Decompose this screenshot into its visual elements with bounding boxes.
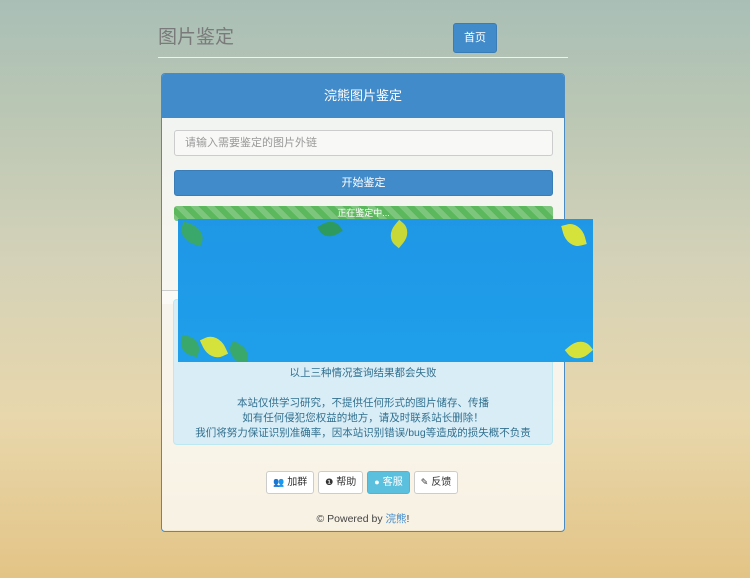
help-button[interactable]: ❶ 帮助 [318,471,364,494]
leaf-decoration [199,331,229,362]
footer: © Powered by 浣熊! [162,511,564,526]
footer-suffix: ! [406,513,410,525]
popup-overlay[interactable] [178,219,593,362]
leaf-decoration [178,221,207,247]
disclaimer-line: 如有任何侵犯您权益的地方，请及时联系站长删除！ [242,412,484,424]
start-button[interactable]: 开始鉴定 [174,170,553,196]
leaf-decoration [564,336,593,362]
button-label: 加群 [287,477,308,488]
header: 图片鉴定 首页 [158,20,568,58]
feedback-button[interactable]: ✎ 反馈 [413,471,459,494]
leaf-decoration [561,220,587,250]
info-line: 以上三种情况查询结果都会失败 [289,367,437,379]
pencil-icon: ✎ [420,477,429,487]
leaf-decoration [317,219,343,241]
help-icon: ❶ [325,477,334,487]
leaf-decoration [385,219,413,249]
disclaimer-line: 本站仅供学习研究，不提供任何形式的图片储存、传播 [237,397,489,409]
button-label: 帮助 [336,477,357,488]
button-label: 客服 [382,477,403,488]
disclaimer-line: 我们将努力保证识别准确率，因本站识别错误/bug等造成的损失概不负责 [195,427,531,439]
button-label: 反馈 [431,477,452,488]
leaf-decoration [225,340,253,362]
panel-title: 浣熊图片鉴定 [162,74,564,118]
footer-prefix: © Powered by [316,513,386,525]
footer-link[interactable]: 浣熊 [386,513,407,525]
user-icon: ● [374,477,380,487]
join-group-button[interactable]: 👥 加群 [266,471,315,494]
home-button[interactable]: 首页 [453,23,497,53]
support-button[interactable]: ● 客服 [367,471,410,494]
site-title: 图片鉴定 [158,26,235,48]
users-icon: 👥 [273,477,285,487]
disclaimer: 本站仅供学习研究，不提供任何形式的图片储存、传播 如有任何侵犯您权益的地方，请及… [174,396,552,441]
leaf-decoration [178,334,202,358]
action-buttons: 👥 加群 ❶ 帮助 ● 客服 ✎ 反馈 [266,471,459,495]
image-url-input[interactable] [174,130,553,156]
